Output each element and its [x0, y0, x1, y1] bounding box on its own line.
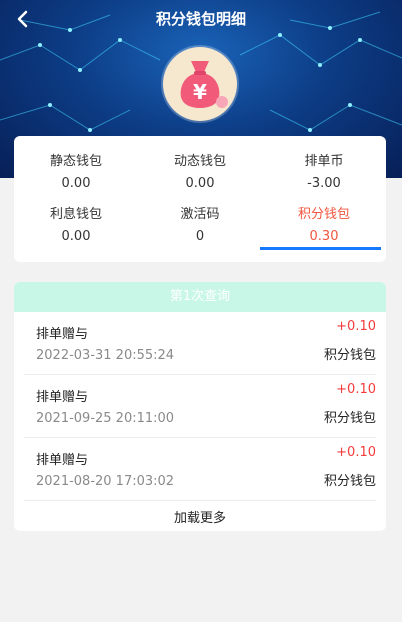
record-name: 排单赠与 — [36, 327, 89, 342]
wallet-summary-card: 静态钱包 0.00 动态钱包 0.00 排单币 -3.00 利息钱包 0.00 … — [14, 136, 386, 262]
active-tab-indicator — [260, 247, 381, 250]
money-bag-icon: ¥ — [180, 61, 228, 108]
wallet-static[interactable]: 静态钱包 0.00 — [14, 150, 138, 191]
record-row[interactable]: 排单赠与 2021-09-25 20:11:00 +0.10 积分钱包 — [24, 375, 376, 438]
record-time: 2021-09-25 20:11:00 — [36, 411, 175, 426]
record-name: 排单赠与 — [36, 390, 89, 405]
record-wallet: 积分钱包 — [323, 348, 376, 363]
records-list: 第1次查询 排单赠与 2022-03-31 20:55:24 +0.10 积分钱… — [14, 282, 386, 531]
wallet-queue-coin[interactable]: 排单币 -3.00 — [262, 150, 386, 191]
page-title: 积分钱包明细 — [155, 10, 246, 28]
record-row[interactable]: 排单赠与 2022-03-31 20:55:24 +0.10 积分钱包 — [24, 312, 376, 375]
record-wallet: 积分钱包 — [323, 474, 376, 489]
record-wallet: 积分钱包 — [323, 411, 376, 426]
record-name: 排单赠与 — [36, 453, 89, 468]
record-amount: +0.10 — [336, 319, 376, 334]
wallet-activation-code[interactable]: 激活码 0 — [138, 203, 262, 244]
record-row[interactable]: 排单赠与 2021-08-20 17:03:02 +0.10 积分钱包 — [24, 438, 376, 501]
query-header: 第1次查询 — [14, 282, 386, 312]
record-amount: +0.10 — [336, 382, 376, 397]
load-more-button[interactable]: 加载更多 — [14, 507, 386, 526]
svg-text:¥: ¥ — [193, 80, 207, 104]
record-amount: +0.10 — [336, 445, 376, 460]
record-time: 2021-08-20 17:03:02 — [36, 474, 175, 489]
wallet-points[interactable]: 积分钱包 0.30 — [262, 203, 386, 244]
wallet-avatar: ¥ — [163, 47, 237, 121]
record-time: 2022-03-31 20:55:24 — [36, 348, 175, 363]
wallet-dynamic[interactable]: 动态钱包 0.00 — [138, 150, 262, 191]
wallet-interest[interactable]: 利息钱包 0.00 — [14, 203, 138, 244]
